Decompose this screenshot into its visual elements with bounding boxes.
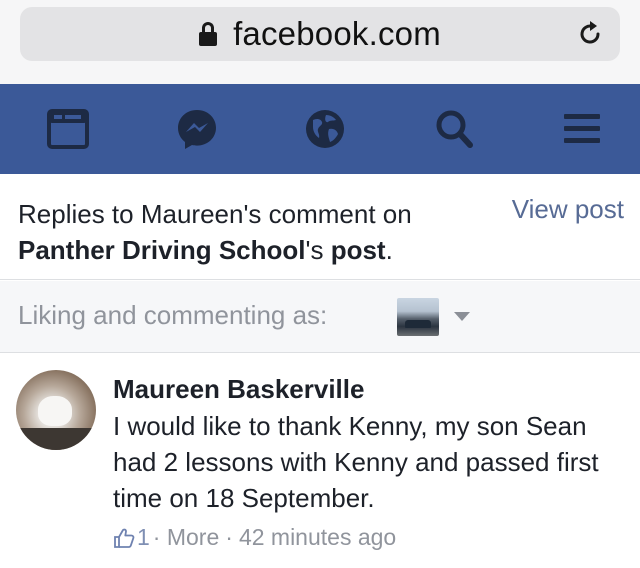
separator: · bbox=[152, 524, 161, 550]
possessive-suffix: 's bbox=[305, 235, 331, 265]
menu-button[interactable] bbox=[556, 103, 608, 155]
menu-icon bbox=[564, 114, 600, 143]
search-icon bbox=[436, 110, 473, 148]
news-feed-button[interactable] bbox=[42, 103, 94, 155]
more-link[interactable]: More bbox=[167, 524, 219, 551]
view-post-link[interactable]: View post bbox=[512, 194, 624, 225]
url-field[interactable]: facebook.com bbox=[20, 7, 620, 61]
comment-item: Maureen Baskerville I would like to than… bbox=[0, 354, 640, 568]
post-link[interactable]: post bbox=[331, 235, 386, 265]
comment-text: I would like to thank Kenny, my son Sean… bbox=[113, 411, 599, 513]
comment-meta: 1 · More · 42 minutes ago bbox=[113, 524, 396, 551]
browser-address-bar: facebook.com bbox=[0, 0, 640, 84]
messenger-icon bbox=[177, 110, 216, 149]
feed-icon bbox=[47, 109, 89, 149]
identity-avatar[interactable] bbox=[397, 298, 439, 336]
lock-icon bbox=[199, 22, 218, 46]
reload-icon[interactable] bbox=[576, 20, 604, 48]
replies-prefix: Replies to Maureen's comment on bbox=[18, 199, 412, 229]
avatar[interactable] bbox=[16, 370, 96, 450]
facebook-nav-bar bbox=[0, 84, 640, 174]
thumbs-up-icon[interactable] bbox=[113, 527, 135, 549]
url-text: facebook.com bbox=[233, 15, 441, 52]
search-button[interactable] bbox=[428, 103, 480, 155]
like-count[interactable]: 1 bbox=[137, 524, 150, 551]
caret-down-icon[interactable] bbox=[454, 312, 470, 321]
comment-author[interactable]: Maureen Baskerville bbox=[113, 374, 364, 405]
replies-header: Replies to Maureen's comment on Panther … bbox=[0, 174, 640, 280]
notifications-button[interactable] bbox=[299, 103, 351, 155]
messenger-button[interactable] bbox=[171, 103, 223, 155]
identity-selector-row: Liking and commenting as: bbox=[0, 281, 640, 353]
separator: · bbox=[225, 524, 233, 550]
replies-title: Replies to Maureen's comment on Panther … bbox=[18, 196, 488, 268]
title-period: . bbox=[385, 235, 393, 265]
liking-label: Liking and commenting as: bbox=[18, 300, 328, 330]
globe-icon bbox=[306, 110, 344, 148]
comment-timestamp: 42 minutes ago bbox=[238, 524, 397, 550]
page-name-link[interactable]: Panther Driving School bbox=[18, 235, 306, 265]
